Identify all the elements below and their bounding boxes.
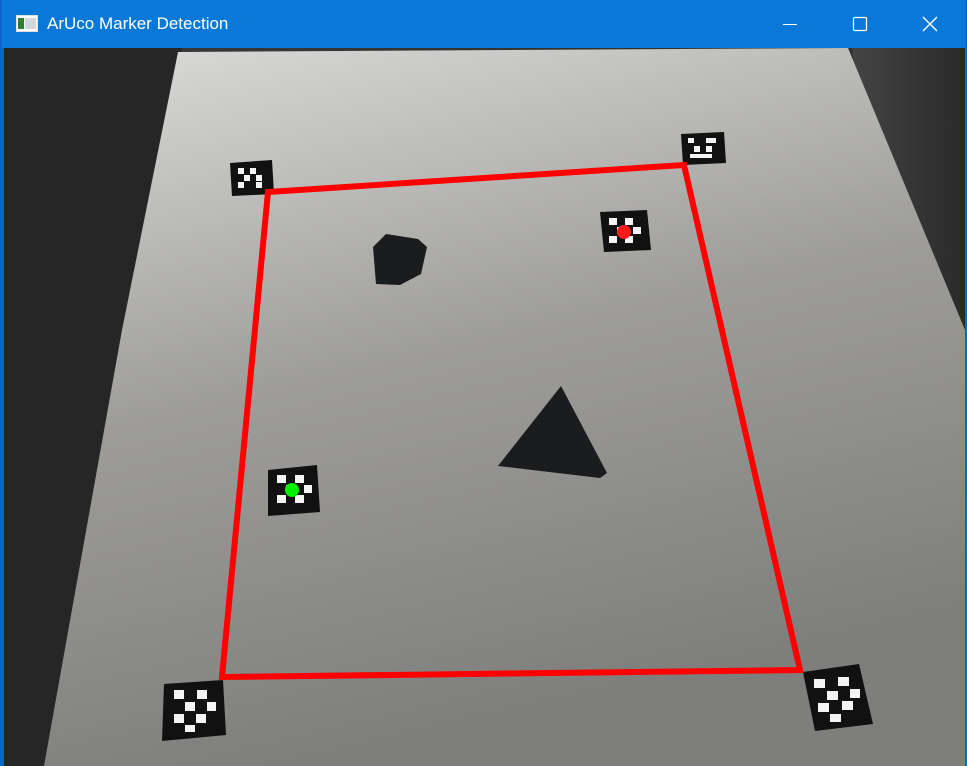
camera-frame xyxy=(4,48,965,766)
minimize-icon xyxy=(783,24,797,25)
maximize-icon xyxy=(852,16,868,32)
app-window: ArUco Marker Detection xyxy=(0,0,967,766)
window-title: ArUco Marker Detection xyxy=(47,14,229,33)
aruco-marker-top-right xyxy=(681,132,726,165)
aruco-marker-bottom-left xyxy=(162,680,226,741)
close-icon xyxy=(922,16,938,32)
title-bar[interactable]: ArUco Marker Detection xyxy=(2,0,965,48)
close-button[interactable] xyxy=(895,0,965,48)
maximize-button[interactable] xyxy=(825,0,895,48)
camera-feed xyxy=(4,48,965,766)
minimize-button[interactable] xyxy=(755,0,825,48)
white-board xyxy=(44,48,965,766)
app-icon xyxy=(16,15,38,32)
red-marker-point xyxy=(617,225,631,239)
green-marker-point xyxy=(285,483,299,497)
